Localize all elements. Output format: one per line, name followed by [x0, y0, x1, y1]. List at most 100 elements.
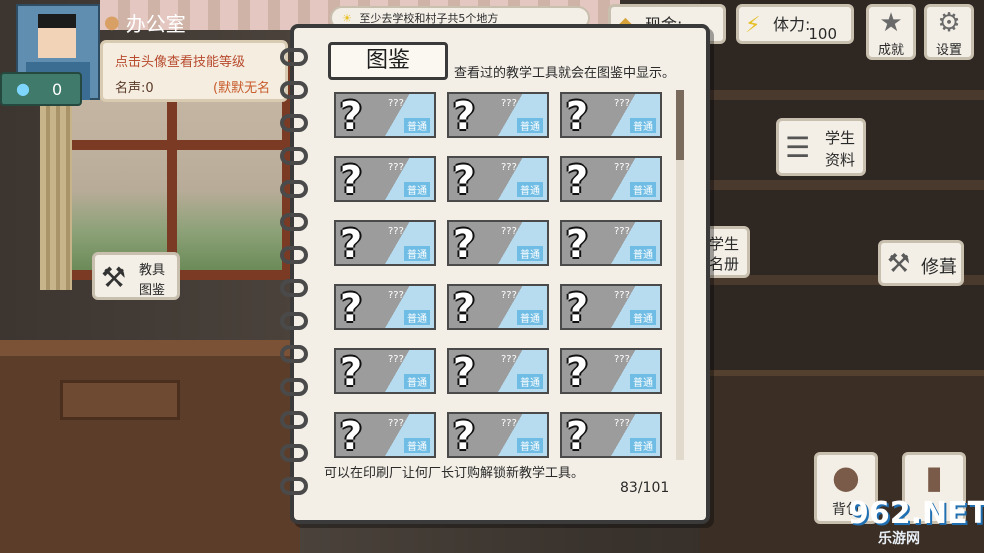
tool-card[interactable]: ???? 普通 — [560, 220, 662, 266]
settings-label: 设置 — [935, 43, 962, 58]
unknown-question-icon: ? — [340, 222, 363, 266]
site-watermark: 962.NET 乐游网 — [838, 496, 984, 548]
tool-guide-button[interactable]: ⚒ 教具 图鉴 — [92, 252, 180, 300]
binding-ring — [280, 411, 308, 429]
tool-guide-label-2: 图鉴 — [139, 283, 166, 298]
tool-card[interactable]: ???? 普通 — [334, 92, 436, 138]
collection-count: 83/101 — [620, 480, 670, 496]
watermark-main: 962.NET — [848, 496, 984, 531]
binding-ring — [280, 312, 308, 330]
tool-card-rarity: 普通 — [404, 182, 430, 197]
binding-ring — [280, 180, 308, 198]
tool-card[interactable]: ???? 普通 — [334, 348, 436, 394]
tool-card[interactable]: ???? 普通 — [334, 156, 436, 202]
unknown-question-icon: ? — [566, 286, 589, 330]
shelf-board — [700, 90, 984, 100]
unknown-question-icon: ? — [566, 222, 589, 266]
tool-card[interactable]: ???? 普通 — [447, 284, 549, 330]
skill-level: 0 — [52, 80, 63, 99]
stamina-value: 100 — [808, 25, 837, 43]
tool-guide-label-1: 教具 — [139, 263, 166, 278]
shelf-board — [700, 180, 984, 190]
tool-card[interactable]: ???? 普通 — [560, 284, 662, 330]
binding-ring — [280, 81, 308, 99]
binding-ring — [280, 114, 308, 132]
unknown-question-icon: ? — [566, 94, 589, 138]
tool-card[interactable]: ???? 普通 — [560, 348, 662, 394]
tool-card-rarity: 普通 — [404, 374, 430, 389]
tool-card-rarity: 普通 — [404, 118, 430, 133]
binding-ring — [280, 213, 308, 231]
watermark-sub: 乐游网 — [878, 531, 920, 547]
avatar-face — [38, 14, 76, 58]
tool-card-name: ??? — [501, 418, 517, 429]
tool-card[interactable]: ???? 普通 — [334, 284, 436, 330]
tool-card-rarity: 普通 — [630, 374, 656, 389]
tool-card-rarity: 普通 — [630, 438, 656, 453]
repair-button[interactable]: ⚒ 修葺 — [878, 240, 964, 286]
tool-card-rarity: 普通 — [630, 118, 656, 133]
tool-card-rarity: 普通 — [404, 310, 430, 325]
tool-card[interactable]: ???? 普通 — [447, 220, 549, 266]
tool-card[interactable]: ???? 普通 — [334, 412, 436, 458]
tool-card[interactable]: ???? 普通 — [447, 92, 549, 138]
location-name: 办公室 — [125, 11, 186, 36]
tool-card-rarity: 普通 — [517, 246, 543, 261]
tool-card-name: ??? — [614, 418, 630, 429]
unknown-question-icon: ? — [453, 414, 476, 458]
skill-badge[interactable]: ● 0 — [0, 72, 82, 106]
tool-card-rarity: 普通 — [517, 310, 543, 325]
tool-card[interactable]: ???? 普通 — [560, 412, 662, 458]
stamina-box: ⚡ 体力: 100 — [736, 4, 854, 44]
spiral-binding — [280, 48, 308, 508]
unknown-question-icon: ? — [453, 350, 476, 394]
binding-ring — [280, 279, 308, 297]
fame-value: 名声:0 — [115, 81, 154, 96]
tool-card[interactable]: ???? 普通 — [560, 156, 662, 202]
tool-card[interactable]: ???? 普通 — [560, 92, 662, 138]
achievements-button[interactable]: ★ 成就 — [866, 4, 916, 60]
encyclopedia-notebook: 图鉴 查看过的教学工具就会在图鉴中显示。 ???? 普通???? 普通???? 普通?… — [280, 24, 710, 524]
unknown-question-icon: ? — [340, 414, 363, 458]
student-data-button[interactable]: ☰ 学生 资料 — [776, 118, 866, 176]
fame-title: (默默无名 — [213, 81, 271, 96]
unknown-question-icon: ? — [566, 350, 589, 394]
tool-card-name: ??? — [388, 226, 404, 237]
tool-card[interactable]: ???? 普通 — [447, 156, 549, 202]
binding-ring — [280, 246, 308, 264]
tool-card-grid: ???? 普通???? 普通???? 普通???? 普通???? 普通???? 普通????… — [334, 90, 668, 460]
lightbulb-icon: ● — [16, 79, 30, 98]
roster-label-1: 学生 — [709, 235, 740, 253]
gear-icon: ⚙ — [937, 8, 961, 38]
binding-ring — [280, 147, 308, 165]
tool-card-name: ??? — [388, 162, 404, 173]
tool-card[interactable]: ???? 普通 — [334, 220, 436, 266]
skill-card[interactable]: 点击头像查看技能等级 名声:0 (默默无名 — [100, 40, 288, 102]
unknown-question-icon: ? — [566, 414, 589, 458]
tool-card-rarity: 普通 — [404, 438, 430, 453]
achievements-label: 成就 — [877, 43, 904, 58]
notebook-title: 图鉴 — [328, 42, 448, 80]
unknown-question-icon: ? — [340, 350, 363, 394]
desk-drawer — [60, 380, 180, 420]
lightning-icon: ⚡ — [745, 13, 761, 38]
tool-card-rarity: 普通 — [517, 118, 543, 133]
tool-card[interactable]: ???? 普通 — [447, 348, 549, 394]
unknown-question-icon: ? — [340, 158, 363, 202]
tool-card-rarity: 普通 — [517, 182, 543, 197]
tool-card-rarity: 普通 — [404, 246, 430, 261]
tool-card-rarity: 普通 — [517, 374, 543, 389]
settings-button[interactable]: ⚙ 设置 — [924, 4, 974, 60]
tool-card[interactable]: ???? 普通 — [447, 412, 549, 458]
tool-card-name: ??? — [388, 354, 404, 365]
tool-card-name: ??? — [614, 226, 630, 237]
unknown-question-icon: ? — [453, 222, 476, 266]
unknown-question-icon: ? — [340, 94, 363, 138]
tool-card-name: ??? — [614, 354, 630, 365]
scrollbar-thumb[interactable] — [676, 90, 684, 160]
binding-ring — [280, 345, 308, 363]
binding-ring — [280, 48, 308, 66]
tool-card-name: ??? — [388, 290, 404, 301]
tool-card-name: ??? — [501, 290, 517, 301]
tool-card-rarity: 普通 — [517, 438, 543, 453]
